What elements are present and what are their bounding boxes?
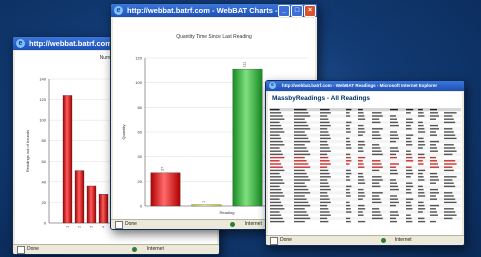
page-icon — [17, 246, 25, 254]
table-row — [269, 165, 461, 169]
ie-icon: e — [269, 82, 276, 89]
table-row — [270, 169, 454, 172]
minimize-button[interactable]: _ — [278, 5, 290, 17]
y-tick-label: 100 — [135, 80, 142, 85]
table-row — [270, 195, 454, 197]
status-left: Done — [280, 237, 292, 243]
ie-icon: e — [114, 6, 123, 15]
x-tick-label: 1 — [66, 226, 70, 228]
table-row — [269, 120, 461, 124]
table-row — [270, 150, 457, 152]
x-axis-label: Reading — [220, 210, 235, 215]
table-row — [270, 112, 457, 114]
y-tick-label: 20 — [138, 179, 143, 184]
globe-icon — [380, 238, 386, 243]
x-tick-label: 4 — [102, 226, 106, 228]
x-tick-label: 2 — [78, 226, 82, 228]
bar — [191, 204, 222, 207]
table-row — [270, 220, 436, 223]
bar — [74, 170, 85, 224]
status-bar: Done Internet — [13, 244, 219, 254]
y-tick-label: 40 — [42, 179, 47, 184]
globe-icon — [132, 247, 138, 252]
table-row — [269, 178, 461, 182]
status-left: Done — [125, 221, 137, 227]
window-content: MassbyReadings - All Readings — [268, 92, 462, 236]
table-row — [270, 124, 438, 127]
status-right: Internet — [146, 246, 164, 252]
y-tick-label: 80 — [42, 138, 47, 143]
y-axis-label: Quantity — [121, 125, 126, 140]
browser-window-right[interactable]: e http://webbat.batrf.com - WebBAT Readi… — [265, 80, 465, 246]
table-row — [270, 214, 457, 216]
table-row — [269, 140, 461, 144]
table-row — [270, 156, 436, 159]
bar-data-label: 111 — [243, 62, 247, 67]
window-title: http://webbat.batrf.com - WebBAT Charts … — [127, 6, 278, 15]
y-tick-label: 60 — [42, 159, 47, 164]
y-tick-label: 80 — [138, 105, 143, 110]
y-tick-label: 0 — [44, 221, 47, 226]
table-row — [270, 176, 457, 178]
globe-icon — [230, 222, 236, 227]
close-button[interactable]: × — [304, 5, 316, 17]
readings-table — [269, 108, 461, 223]
bar — [150, 172, 181, 207]
table-row — [269, 191, 461, 195]
y-tick-label: 0 — [140, 204, 143, 209]
table-row — [269, 197, 461, 201]
status-left: Done — [27, 246, 39, 252]
window-titlebar[interactable]: e http://webbat.batrf.com - WebBAT Readi… — [266, 81, 464, 91]
bar-data-label: 27 — [161, 167, 165, 171]
page-icon — [270, 237, 278, 245]
y-tick-label: 100 — [39, 118, 46, 123]
table-row — [270, 188, 438, 191]
bar — [232, 68, 263, 207]
table-row — [269, 152, 461, 156]
bar-data-label: 1 — [202, 201, 206, 203]
table-row — [270, 182, 454, 184]
window-title: http://webbat.batrf.com - WebBAT Reading… — [282, 83, 438, 88]
table-row — [269, 133, 461, 137]
x-tick-label: 3 — [90, 226, 94, 228]
window-title: http://webbat.batrf.com — [29, 39, 112, 48]
status-right: Internet — [244, 221, 262, 227]
bar — [62, 95, 73, 224]
y-tick-label: 60 — [138, 130, 143, 135]
y-tick-label: 120 — [39, 97, 46, 102]
table-row — [269, 184, 461, 188]
ie-icon: e — [16, 39, 25, 48]
y-tick-label: 40 — [138, 154, 143, 159]
page-icon — [115, 221, 123, 229]
table-row — [270, 201, 457, 204]
bar — [86, 185, 97, 224]
table-row — [269, 172, 461, 176]
table-row — [270, 144, 454, 146]
status-right: Internet — [394, 237, 412, 243]
table-row — [269, 210, 461, 214]
table-row — [270, 131, 454, 133]
y-tick-label: 20 — [42, 200, 47, 205]
table-row — [269, 146, 461, 150]
table-row — [269, 114, 461, 118]
table-row — [269, 127, 461, 131]
table-row — [269, 159, 461, 163]
table-row — [269, 108, 461, 112]
table-row — [270, 118, 454, 120]
table-row — [269, 216, 461, 220]
table-row — [270, 163, 457, 165]
maximize-button[interactable]: □ — [291, 5, 303, 17]
y-tick-label: 140 — [39, 77, 46, 82]
table-row — [270, 208, 454, 210]
y-tick-label: 120 — [135, 56, 142, 61]
bar — [98, 194, 109, 224]
y-axis-label: Readings out of bounds — [25, 130, 30, 172]
table-row — [269, 204, 461, 208]
table-row — [270, 137, 457, 140]
status-bar: Done Internet — [266, 235, 464, 245]
window-titlebar[interactable]: e http://webbat.batrf.com - WebBAT Chart… — [111, 4, 317, 17]
